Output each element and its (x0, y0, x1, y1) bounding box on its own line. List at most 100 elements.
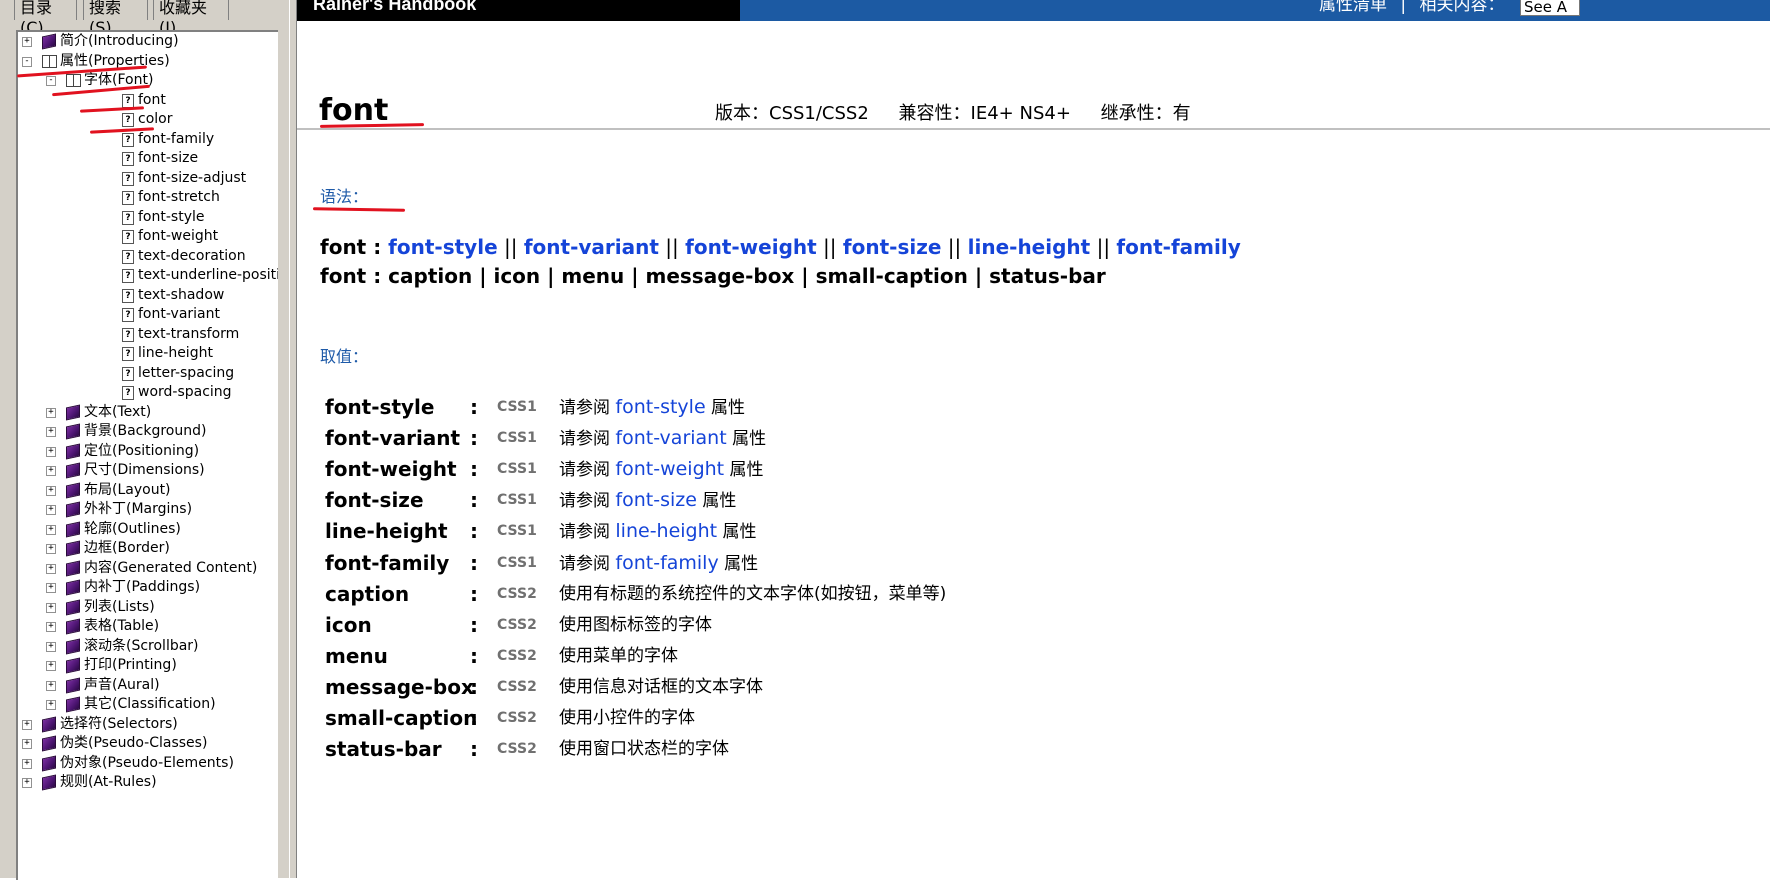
contents-tree-panel[interactable]: + 简介(Introducing) - 属性(Properties) - 字体(Font)… (16, 30, 278, 880)
tree-item[interactable]: ? letter-spacing (18, 364, 278, 383)
expand-icon[interactable]: + (46, 700, 56, 710)
tree-item[interactable]: + 定位(Positioning) (18, 442, 278, 461)
collapse-icon[interactable]: - (22, 56, 32, 67)
tree-item[interactable]: + 声音(Aural) (18, 676, 278, 695)
syntax-link-font-style[interactable]: font-style (388, 235, 497, 259)
tree-item[interactable]: ? font (18, 91, 278, 110)
value-name: font-weight (325, 457, 457, 482)
related-content-select[interactable] (1520, 0, 1580, 16)
tree-item[interactable]: + 尺寸(Dimensions) (18, 461, 278, 480)
tab-contents[interactable]: 目录(C) (14, 0, 77, 37)
tree-item-label: letter-spacing (138, 364, 235, 381)
header-title-block: Rainer's Handbook (297, 0, 740, 21)
tree-item[interactable]: ? font-size (18, 149, 278, 168)
book-icon (66, 482, 80, 498)
tree-item[interactable]: + 布局(Layout) (18, 481, 278, 500)
expand-icon[interactable]: + (22, 719, 32, 730)
expand-icon[interactable]: + (46, 524, 56, 535)
expand-icon[interactable]: + (46, 485, 56, 496)
expand-icon[interactable]: + (46, 544, 56, 554)
tree-item[interactable]: - 字体(Font) (18, 71, 278, 90)
tree-item[interactable]: + 选择符(Selectors) (18, 715, 278, 734)
tree-item[interactable]: + 列表(Lists) (18, 598, 278, 617)
description-suffix: 属性 (726, 429, 767, 450)
pane-splitter[interactable] (289, 0, 297, 878)
expand-icon[interactable]: + (22, 37, 32, 47)
tree-item[interactable]: + 背景(Background) (18, 422, 278, 441)
value-link-font-weight[interactable]: font-weight (615, 458, 724, 480)
nav-property-list-link[interactable]: 属性清单 (1319, 0, 1387, 15)
expand-icon[interactable]: + (46, 407, 56, 418)
tree-item[interactable]: ? color (18, 110, 278, 129)
collapse-icon[interactable]: - (46, 76, 56, 86)
book-icon (66, 638, 80, 654)
css-version: CSS2 (497, 585, 537, 602)
description-text: 使用窗口状态栏的字体 (559, 739, 729, 760)
expand-icon[interactable]: + (46, 446, 56, 457)
tree-item[interactable]: ? font-variant (18, 305, 278, 324)
expand-icon[interactable]: + (46, 602, 56, 613)
tree-item[interactable]: ? font-stretch (18, 188, 278, 207)
value-link-font-variant[interactable]: font-variant (615, 427, 726, 449)
expand-icon[interactable]: + (46, 622, 56, 632)
tree-item[interactable]: + 其它(Classification) (18, 695, 278, 714)
tab-search[interactable]: 搜索(S) (83, 0, 148, 37)
tree-item[interactable]: - 属性(Properties) (18, 52, 278, 71)
value-description: 使用小控件的字体 (559, 704, 695, 732)
tree-item[interactable]: ? font-style (18, 208, 278, 227)
tree-item[interactable]: + 伪类(Pseudo-Classes) (18, 734, 278, 753)
tree-item[interactable]: ? line-height (18, 344, 278, 363)
help-page-icon: ? (122, 230, 134, 244)
syntax-separator: || (816, 235, 843, 259)
expand-icon[interactable]: + (46, 680, 56, 691)
description-text: 请参阅 (559, 553, 616, 574)
tree-item[interactable]: ? text-decoration (18, 247, 278, 266)
tree-item-label: font-style (138, 208, 205, 225)
syntax-link-font-family[interactable]: font-family (1116, 235, 1240, 259)
tree-item[interactable]: + 简介(Introducing) (18, 32, 278, 51)
syntax-link-line-height[interactable]: line-height (968, 235, 1091, 259)
expand-icon[interactable]: + (46, 505, 56, 515)
tree-item-label: font-size (138, 150, 199, 166)
expand-icon[interactable]: + (22, 739, 32, 749)
expand-icon[interactable]: + (46, 641, 56, 652)
tree-item[interactable]: + 打印(Printing) (18, 656, 278, 675)
tree-item[interactable]: + 伪对象(Pseudo-Elements) (18, 754, 278, 773)
tab-favorites[interactable]: 收藏夹(I) (153, 0, 229, 37)
tree-item[interactable]: + 轮廓(Outlines) (18, 520, 278, 539)
property-meta: 版本：CSS1/CSS2 兼容性：IE4+ NS4+ 继承性：有 (715, 103, 1215, 125)
tree-item[interactable]: + 内容(Generated Content) (18, 559, 278, 578)
tree-item[interactable]: ? font-family (18, 130, 278, 149)
tree-item[interactable]: + 外补丁(Margins) (18, 500, 278, 519)
value-link-font-family[interactable]: font-family (615, 552, 718, 574)
tree-item[interactable]: + 内补丁(Paddings) (18, 578, 278, 597)
tree-item[interactable]: + 滚动条(Scrollbar) (18, 637, 278, 656)
expand-icon[interactable]: + (46, 583, 56, 593)
value-link-font-size[interactable]: font-size (615, 489, 697, 511)
syntax-link-font-size[interactable]: font-size (843, 235, 942, 259)
value-description: 使用窗口状态栏的字体 (559, 735, 729, 763)
expand-icon[interactable]: + (46, 661, 56, 671)
tree-item[interactable]: ? text-shadow (18, 286, 278, 305)
tree-item[interactable]: + 表格(Table) (18, 617, 278, 636)
tree-item[interactable]: ? text-underline-position (18, 266, 278, 285)
tree-item[interactable]: + 边框(Border) (18, 539, 278, 558)
expand-icon[interactable]: + (46, 466, 56, 476)
tree-item-label: 简介(Introducing) (60, 33, 179, 49)
expand-icon[interactable]: + (46, 563, 56, 574)
book-icon (42, 735, 56, 752)
value-link-line-height[interactable]: line-height (615, 520, 717, 542)
syntax-link-font-variant[interactable]: font-variant (524, 235, 659, 259)
expand-icon[interactable]: + (22, 778, 32, 788)
syntax-link-font-weight[interactable]: font-weight (685, 235, 817, 259)
tree-item[interactable]: ? text-transform (18, 325, 278, 344)
tree-item[interactable]: ? word-spacing (18, 383, 278, 402)
tree-item[interactable]: ? font-size-adjust (18, 169, 278, 188)
tree-item[interactable]: + 规则(At-Rules) (18, 773, 278, 792)
expand-icon[interactable]: + (46, 427, 56, 437)
expand-icon[interactable]: + (22, 758, 32, 769)
value-link-font-style[interactable]: font-style (615, 396, 705, 418)
tree-item[interactable]: + 文本(Text) (18, 403, 278, 422)
tree-item-label: 打印(Printing) (84, 657, 177, 673)
tree-item[interactable]: ? font-weight (18, 227, 278, 246)
